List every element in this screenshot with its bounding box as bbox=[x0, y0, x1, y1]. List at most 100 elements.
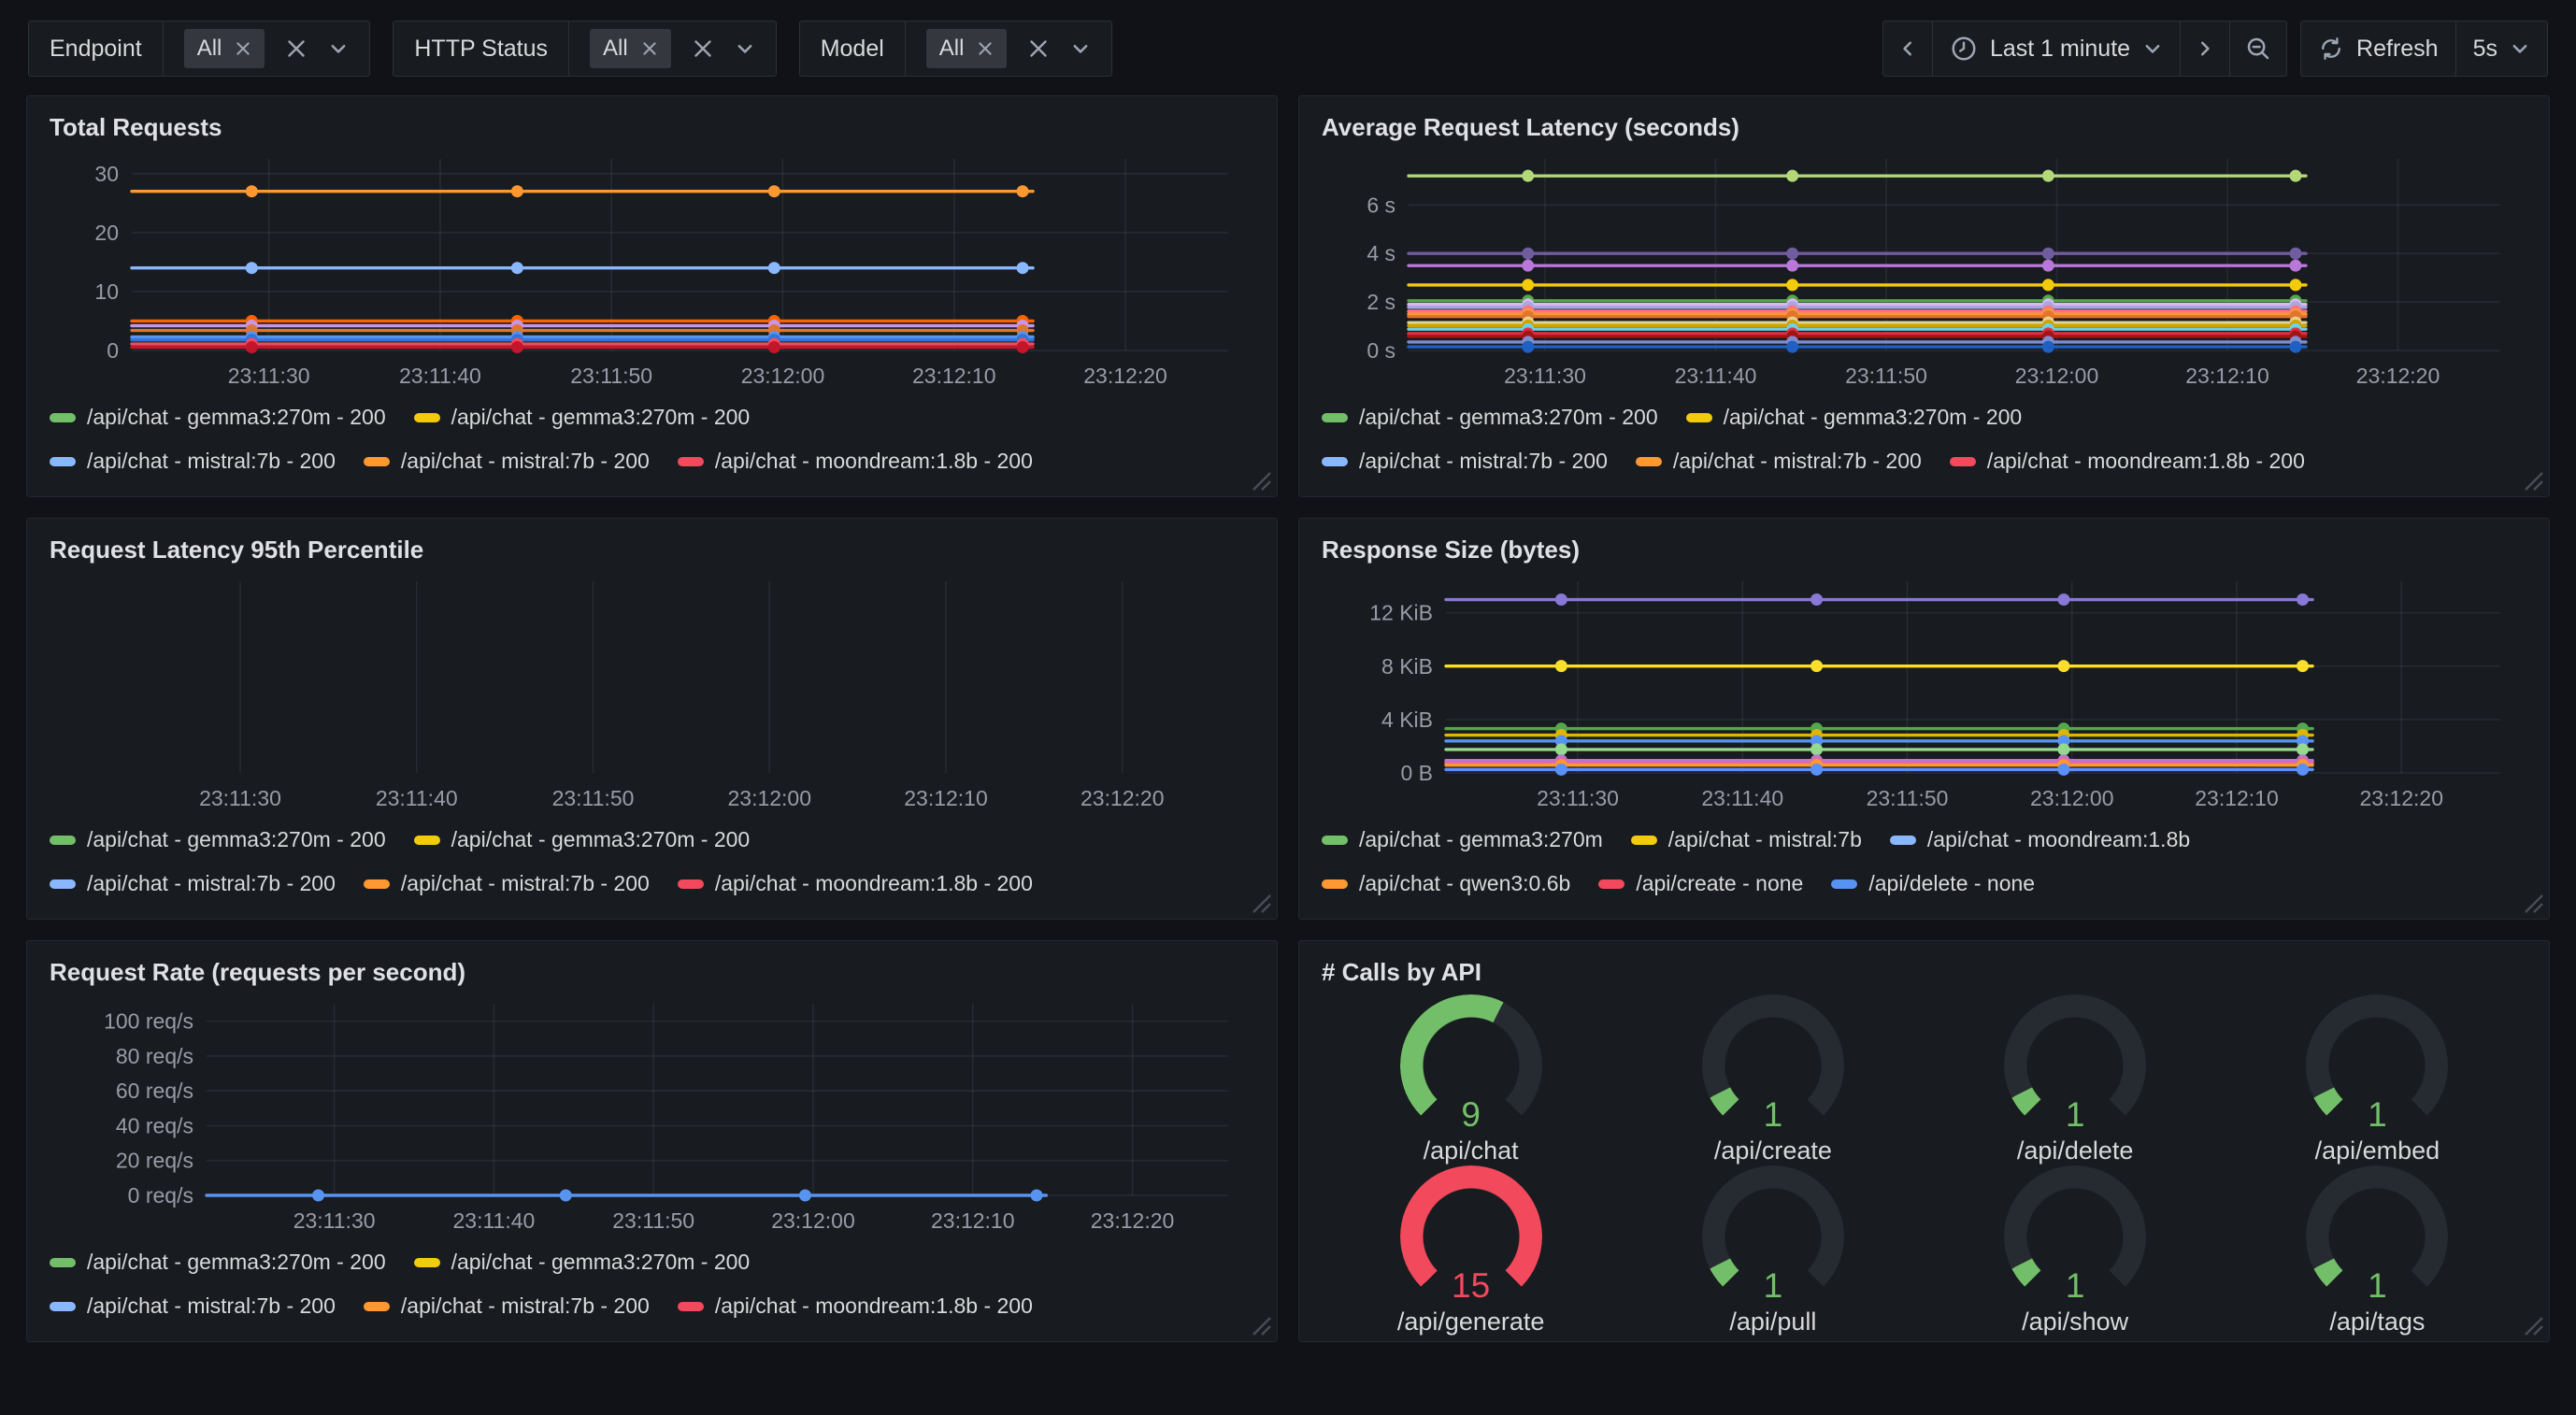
legend-item[interactable]: /api/chat - gemma3:270m - 200 bbox=[1322, 405, 1658, 430]
filter-http-status-value[interactable]: All bbox=[569, 21, 776, 76]
filter-endpoint: Endpoint All bbox=[28, 21, 370, 77]
request-rate-chart[interactable]: 23:11:3023:11:4023:11:5023:12:0023:12:10… bbox=[48, 989, 1256, 1240]
close-icon[interactable] bbox=[235, 40, 251, 57]
legend-item[interactable]: /api/chat - mistral:7b - 200 bbox=[364, 449, 650, 474]
svg-text:23:11:30: 23:11:30 bbox=[293, 1208, 376, 1233]
legend-item[interactable]: /api/chat - gemma3:270m - 200 bbox=[414, 827, 751, 852]
response-size-chart[interactable]: 23:11:3023:11:4023:11:5023:12:0023:12:10… bbox=[1320, 566, 2528, 818]
clear-selection-icon[interactable] bbox=[285, 37, 308, 60]
clear-selection-icon[interactable] bbox=[692, 37, 714, 60]
total-requests-chart[interactable]: 23:11:3023:11:4023:11:5023:12:0023:12:10… bbox=[48, 144, 1256, 395]
legend-item[interactable]: /api/chat - gemma3:270m - 200 bbox=[414, 1250, 751, 1275]
legend-swatch bbox=[414, 413, 440, 422]
legend-swatch bbox=[678, 457, 704, 466]
chevron-down-icon[interactable] bbox=[328, 38, 349, 59]
refresh-group: Refresh 5s bbox=[2300, 21, 2548, 77]
svg-text:30: 30 bbox=[94, 162, 119, 186]
panel-title[interactable]: Average Request Latency (seconds) bbox=[1322, 113, 2528, 142]
legend-item[interactable]: /api/chat - moondream:1.8b bbox=[1890, 827, 2190, 852]
filter-http-status: HTTP Status All bbox=[393, 21, 776, 77]
legend-item[interactable]: /api/delete - none bbox=[1831, 871, 2035, 896]
svg-text:23:11:50: 23:11:50 bbox=[1845, 364, 1927, 388]
chevron-down-icon bbox=[2510, 38, 2530, 59]
panel-resize-handle[interactable] bbox=[1250, 469, 1272, 492]
legend-item[interactable]: /api/chat - gemma3:270m bbox=[1322, 827, 1603, 852]
legend-swatch bbox=[1322, 879, 1348, 889]
filter-endpoint-chip[interactable]: All bbox=[184, 29, 265, 68]
gauge-label: /api/embed bbox=[2315, 1136, 2440, 1165]
legend-item[interactable]: /api/chat - mistral:7b - 200 bbox=[364, 1294, 650, 1319]
panel-title[interactable]: Total Requests bbox=[50, 113, 1256, 142]
legend-swatch bbox=[1636, 457, 1662, 466]
close-icon[interactable] bbox=[977, 40, 994, 57]
gauge-value: 1 bbox=[1702, 1266, 1844, 1306]
chart-area: 23:11:3023:11:4023:11:5023:12:0023:12:10… bbox=[1320, 566, 2528, 818]
time-range-picker-button[interactable]: Last 1 minute bbox=[1932, 21, 2180, 76]
time-shift-back-button[interactable] bbox=[1883, 21, 1932, 76]
legend-item[interactable]: /api/chat - gemma3:270m - 200 bbox=[414, 405, 751, 430]
legend-item[interactable]: /api/chat - mistral:7b - 200 bbox=[1322, 449, 1608, 474]
legend-item[interactable]: /api/chat - mistral:7b - 200 bbox=[1636, 449, 1922, 474]
svg-text:23:12:00: 23:12:00 bbox=[727, 786, 811, 810]
refresh-button[interactable]: Refresh bbox=[2301, 21, 2455, 76]
svg-text:10: 10 bbox=[94, 279, 119, 304]
panel-resize-handle[interactable] bbox=[1250, 892, 1272, 914]
gauge-value: 1 bbox=[2306, 1266, 2448, 1306]
svg-text:0 s: 0 s bbox=[1367, 338, 1395, 363]
latency-p95-chart[interactable]: 23:11:3023:11:4023:11:5023:12:0023:12:10… bbox=[48, 566, 1256, 818]
legend-item[interactable]: /api/chat - qwen3:0.6b bbox=[1322, 871, 1570, 896]
avg-latency-chart[interactable]: 23:11:3023:11:4023:11:5023:12:0023:12:10… bbox=[1320, 144, 2528, 395]
panel-resize-handle[interactable] bbox=[1250, 1314, 1272, 1336]
legend-item[interactable]: /api/chat - mistral:7b - 200 bbox=[50, 1294, 336, 1319]
legend: /api/chat - gemma3:270m /api/chat - mist… bbox=[1320, 818, 2528, 915]
chevron-down-icon[interactable] bbox=[735, 38, 755, 59]
legend-item[interactable]: /api/chat - gemma3:270m - 200 bbox=[50, 405, 386, 430]
svg-text:23:11:30: 23:11:30 bbox=[1537, 786, 1619, 810]
panel-title[interactable]: Response Size (bytes) bbox=[1322, 536, 2528, 565]
legend-item[interactable]: /api/create - none bbox=[1598, 871, 1803, 896]
time-shift-forward-button[interactable] bbox=[2180, 21, 2229, 76]
panel-title[interactable]: # Calls by API bbox=[1322, 958, 2528, 987]
legend-item[interactable]: /api/chat - mistral:7b - 200 bbox=[364, 871, 650, 896]
legend-swatch bbox=[50, 879, 76, 889]
refresh-icon bbox=[2318, 36, 2344, 62]
legend-swatch bbox=[364, 879, 390, 889]
legend-item[interactable]: /api/chat - moondream:1.8b - 200 bbox=[678, 449, 1033, 474]
panel-resize-handle[interactable] bbox=[2522, 469, 2544, 492]
chevron-down-icon[interactable] bbox=[1070, 38, 1091, 59]
gauge-label: /api/chat bbox=[1424, 1136, 1519, 1165]
gauge-label: /api/pull bbox=[1729, 1308, 1816, 1336]
legend-item[interactable]: /api/chat - moondream:1.8b - 200 bbox=[678, 1294, 1033, 1319]
panel-resize-handle[interactable] bbox=[2522, 892, 2544, 914]
legend-item[interactable]: /api/chat - moondream:1.8b - 200 bbox=[678, 871, 1033, 896]
gauge-label: /api/delete bbox=[2017, 1136, 2134, 1165]
svg-text:23:11:50: 23:11:50 bbox=[552, 786, 635, 810]
filter-model-value[interactable]: All bbox=[906, 21, 1112, 76]
legend-item[interactable]: /api/chat - gemma3:270m - 200 bbox=[50, 827, 386, 852]
legend-item[interactable]: /api/chat - mistral:7b - 200 bbox=[50, 449, 336, 474]
chevron-down-icon bbox=[2142, 38, 2163, 59]
close-icon[interactable] bbox=[641, 40, 658, 57]
svg-text:23:12:20: 23:12:20 bbox=[1080, 786, 1165, 810]
svg-text:0 B: 0 B bbox=[1400, 761, 1433, 785]
svg-text:23:12:20: 23:12:20 bbox=[2359, 786, 2443, 810]
legend-item[interactable]: /api/chat - mistral:7b - 200 bbox=[50, 871, 336, 896]
clear-selection-icon[interactable] bbox=[1027, 37, 1050, 60]
panel-resize-handle[interactable] bbox=[2522, 1314, 2544, 1336]
refresh-interval-button[interactable]: 5s bbox=[2455, 21, 2547, 76]
legend-item[interactable]: /api/chat - gemma3:270m - 200 bbox=[50, 1250, 386, 1275]
filter-http-status-chip[interactable]: All bbox=[590, 29, 671, 68]
time-zoom-out-button[interactable] bbox=[2229, 21, 2286, 76]
legend-item[interactable]: /api/chat - mistral:7b bbox=[1631, 827, 1862, 852]
svg-text:23:12:10: 23:12:10 bbox=[2185, 364, 2269, 388]
svg-text:23:11:30: 23:11:30 bbox=[1504, 364, 1586, 388]
svg-text:23:11:40: 23:11:40 bbox=[399, 364, 481, 388]
panel-title[interactable]: Request Latency 95th Percentile bbox=[50, 536, 1256, 565]
legend-item[interactable]: /api/chat - gemma3:270m - 200 bbox=[1686, 405, 2023, 430]
legend-item[interactable]: /api/chat - moondream:1.8b - 200 bbox=[1950, 449, 2305, 474]
gauge-api-pull: 1 /api/pull bbox=[1702, 1165, 1844, 1336]
filter-model-chip[interactable]: All bbox=[926, 29, 1008, 68]
gauge-api-chat: 9 /api/chat bbox=[1400, 994, 1542, 1165]
panel-title[interactable]: Request Rate (requests per second) bbox=[50, 958, 1256, 987]
filter-endpoint-value[interactable]: All bbox=[164, 21, 370, 76]
